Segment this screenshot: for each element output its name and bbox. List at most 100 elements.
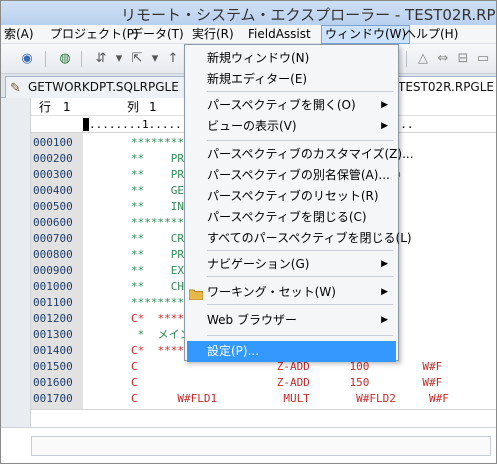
menu-separator [207,335,393,336]
line-number: 001300 [33,328,73,341]
window-menu-dropdown: 新規ウィンドウ(N) 新規エディター(E) パースペクティブを開く(O) ▶ ビューの表… [184,44,414,362]
col-value: 1 [149,100,157,114]
menu-item-label: パースペクティブを開く(O) [207,98,356,112]
menu-separator [207,140,393,141]
line-number: 000400 [33,184,73,197]
toolbar-separator [45,51,46,67]
menu-item-label: すべてのパースペクティブを閉じる(L) [207,231,412,245]
menu-web-browser[interactable]: Web ブラウザー ▶ [187,310,396,331]
line-number: 000100 [33,136,73,149]
tab-label: TEST02R.RPGLE [398,80,494,94]
menu-new-editor[interactable]: 新規エディター(E) [187,69,396,90]
code-text: ** CH [131,280,184,293]
menu-open-perspective[interactable]: パースペクティブを開く(O) ▶ [187,95,396,116]
submenu-arrow-icon: ▶ [381,287,388,297]
bottom-panel [1,427,496,463]
pencil-icon: ✎ [10,81,21,96]
menu-new-window[interactable]: 新規ウィンドウ(N) [187,48,396,69]
globe-icon[interactable]: ◍ [57,51,73,67]
code-line[interactable]: 001600 C Z-ADD 150 W#F [31,375,496,391]
menu-separator [207,250,393,251]
code-text: ** EX [131,264,184,277]
menu-item-label: パースペクティブのリセット(R) [207,189,379,203]
submenu-arrow-icon: ▶ [381,315,388,325]
col-label: 列 [127,100,140,114]
menu-fieldassist[interactable]: FieldAssist [245,25,314,44]
menu-working-sets[interactable]: ワーキング・セット(W) ▶ [187,282,396,303]
folder-icon [188,286,204,301]
menu-separator [207,91,393,92]
menu-item-label: パースペクティブの別名保管(A)... [207,168,390,182]
toolbar-separator [81,51,82,67]
submenu-arrow-icon: ▶ [381,121,388,131]
submenu-arrow-icon: ▶ [381,100,388,110]
code-text: C W#FLD1 MULT W#FLD2 W#F [131,392,449,405]
menu-navigation[interactable]: ナビゲーション(G) ▶ [187,254,396,275]
menu-show-view[interactable]: ビューの表示(V) ▶ [187,116,396,137]
menu-bar: 索(A) プロジェクト(P) データ(T) 実行(R) FieldAssist … [1,25,496,44]
menu-close-perspective[interactable]: パースペクティブを閉じる(C) [187,207,396,228]
line-number: 000800 [33,248,73,261]
command-field[interactable] [31,436,491,456]
tab-getworkdpt[interactable]: ✎ GETWORKDPT.SQLRPGLE [5,76,191,98]
code-line[interactable]: 001700 C W#FLD1 MULT W#FLD2 W#F [31,391,496,407]
left-rail [1,98,31,427]
chevron-down-icon[interactable]: ▾ [111,51,127,67]
menu-item-label: 設定(P)... [207,344,260,358]
sync-icon[interactable]: ⇵ [93,51,109,67]
line-number: 001600 [33,376,73,389]
menu-separator [207,276,393,277]
line-number: 000600 [33,216,73,229]
menu-reset-perspective[interactable]: パースペクティブのリセット(R) [187,186,396,207]
menu-window[interactable]: ウィンドウ(W) [321,25,411,44]
menu-preferences[interactable]: 設定(P)... [187,341,396,362]
code-text: C Z-ADD 150 W#F [131,376,443,389]
app-window: リモート・システム・エクスプローラー - TEST02R.RPGLE - We … [0,0,497,464]
row-value: 1 [63,100,71,114]
menu-item-label: Web ブラウザー [207,313,297,327]
filter-icon[interactable]: ⊟ [455,51,471,67]
menu-search[interactable]: 索(A) [1,25,37,44]
menu-data[interactable]: データ(T) [128,25,187,44]
toolbar-separator [406,51,407,67]
menu-item-label: ビューの表示(V) [207,119,297,133]
menu-item-label: 新規ウィンドウ(N) [207,51,310,65]
line-number: 000700 [33,232,73,245]
code-text: * メイン [131,328,191,341]
menu-item-label: パースペクティブのカスタマイズ(Z)... [207,147,414,161]
line-number: 001500 [33,360,73,373]
line-number: 000900 [33,264,73,277]
menu-help[interactable]: ヘルプ(H) [401,25,461,44]
warning-icon[interactable]: △ [415,51,431,67]
line-number: 000500 [33,200,73,213]
chevron-down-icon[interactable]: ▾ [147,51,163,67]
line-number: 000200 [33,152,73,165]
menu-item-label: ナビゲーション(G) [207,257,310,271]
line-number: 001400 [33,344,73,357]
title-bar: リモート・システム・エクスプローラー - TEST02R.RPGLE - We [1,1,496,25]
menu-run[interactable]: 実行(R) [189,25,237,44]
submenu-arrow-icon: ▶ [381,259,388,269]
code-text: ** IN [131,200,184,213]
row-label: 行 [39,100,52,114]
tab-test02r[interactable]: TEST02R.RPGLE [387,76,496,98]
debug-icon[interactable]: ◉ [19,51,35,67]
split-icon[interactable]: ⇔ [435,51,451,67]
layout-icon[interactable]: ▭ [475,51,491,67]
line-number: 000300 [33,168,73,181]
editor-status-line [31,409,496,427]
line-number: 001200 [33,312,73,325]
window-title: リモート・システム・エクスプローラー - TEST02R.RPGLE - We [121,6,496,24]
line-number: 001100 [33,296,73,309]
export-icon[interactable]: ⇱ [129,51,145,67]
line-number: 001000 [33,280,73,293]
menu-customize-perspective[interactable]: パースペクティブのカスタマイズ(Z)... [187,144,414,165]
menu-close-all-perspectives[interactable]: すべてのパースペクティブを閉じる(L) [187,228,412,249]
line-number: 001700 [33,392,73,405]
menu-save-perspective-as[interactable]: パースペクティブの別名保管(A)... [187,165,396,186]
menu-separator [207,304,393,305]
menu-item-label: 新規エディター(E) [207,72,308,86]
up-arrow-icon[interactable]: ↑ [165,51,181,67]
menu-item-label: ワーキング・セット(W) [207,285,336,299]
tab-label: GETWORKDPT.SQLRPGLE [28,80,179,94]
